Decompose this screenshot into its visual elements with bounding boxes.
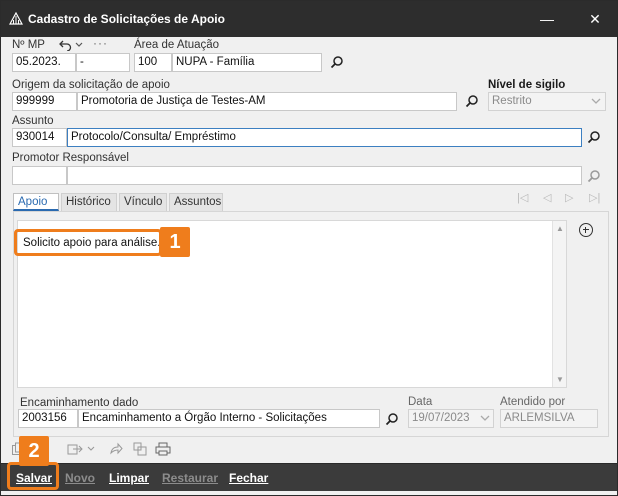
numero-mp-label: Nº MP	[12, 39, 45, 51]
close-form-button[interactable]: Fechar	[229, 471, 268, 485]
first-record-icon[interactable]: |◁	[517, 191, 528, 204]
prev-record-icon[interactable]: ◁	[543, 191, 551, 204]
minimize-button[interactable]: —	[535, 9, 559, 29]
export-dropdown-icon[interactable]	[87, 446, 95, 452]
assunto-label: Assunto	[12, 115, 54, 127]
duplicate-icon[interactable]	[133, 442, 147, 456]
area-atuacao-search-icon[interactable]	[329, 54, 345, 70]
chevron-down-icon	[591, 98, 601, 104]
close-button[interactable]: ✕	[583, 9, 607, 29]
scroll-down-icon[interactable]: ▼	[556, 375, 564, 384]
date-dropdown-icon	[480, 415, 490, 421]
scroll-up-icon[interactable]: ▲	[556, 224, 564, 233]
annotation-badge-2: 2	[19, 436, 49, 466]
area-atuacao-name-field[interactable]: NUPA - Família	[172, 53, 322, 72]
promotor-name-field[interactable]	[67, 166, 582, 185]
data-field[interactable]: 19/07/2023	[408, 409, 494, 428]
nivel-sigilo-select[interactable]: Restrito	[488, 92, 606, 111]
tab-vinculo[interactable]: Vínculo	[119, 193, 167, 211]
atendido-por-field[interactable]: ARLEMSILVA	[500, 409, 598, 428]
app-logo-icon	[9, 12, 23, 25]
export-icon[interactable]	[67, 442, 85, 456]
new-button[interactable]: Novo	[65, 471, 95, 485]
data-value: 19/07/2023	[412, 412, 470, 424]
next-record-icon[interactable]: ▷	[565, 191, 573, 204]
more-options-icon[interactable]: ···	[93, 36, 108, 50]
last-record-icon[interactable]: ▷|	[589, 191, 600, 204]
nivel-sigilo-label: Nível de sigilo	[488, 79, 566, 91]
encaminhamento-search-icon[interactable]	[384, 411, 400, 427]
assunto-name-field[interactable]: Protocolo/Consulta/ Empréstimo	[67, 128, 582, 147]
clear-button[interactable]: Limpar	[109, 471, 149, 485]
window: Cadastro de Solicitações de Apoio — ✕ Nº…	[0, 0, 618, 496]
print-icon[interactable]	[155, 442, 171, 456]
promotor-label: Promotor Responsável	[12, 152, 129, 164]
tab-historico[interactable]: Histórico	[61, 193, 117, 211]
undo-icon[interactable]	[59, 39, 72, 51]
restore-button[interactable]: Restaurar	[162, 471, 218, 485]
encaminhamento-label: Encaminhamento dado	[20, 397, 139, 409]
highlight-save-button	[7, 462, 59, 490]
undo-dropdown-icon[interactable]	[75, 42, 83, 48]
promotor-search-icon[interactable]	[586, 168, 602, 184]
highlight-apoio-text	[14, 229, 162, 256]
action-bar: Salvar Novo Limpar Restaurar Fechar	[1, 463, 617, 491]
encaminhamento-name-field[interactable]: Encaminhamento a Órgão Interno - Solicit…	[78, 409, 380, 428]
area-atuacao-label: Área de Atuação	[134, 39, 220, 51]
annotation-badge-1: 1	[160, 227, 190, 257]
atendido-por-label: Atendido por	[500, 396, 566, 408]
assunto-code-field[interactable]: 930014	[12, 128, 67, 147]
add-icon[interactable]	[579, 223, 593, 237]
origem-label: Origem da solicitação de apoio	[12, 79, 170, 91]
origem-code-field[interactable]: 999999	[12, 92, 77, 111]
origem-search-icon[interactable]	[464, 93, 480, 109]
forward-icon[interactable]	[109, 442, 123, 456]
record-navigation: |◁ ◁ ▷ ▷|	[513, 191, 609, 209]
title-bar: Cadastro de Solicitações de Apoio — ✕	[1, 1, 617, 37]
data-label: Data	[408, 396, 433, 408]
memo-scrollbar[interactable]: ▲ ▼	[552, 221, 566, 387]
tab-assuntos[interactable]: Assuntos	[169, 193, 223, 211]
encaminhamento-code-field[interactable]: 2003156	[18, 409, 78, 428]
window-title: Cadastro de Solicitações de Apoio	[28, 12, 225, 26]
area-atuacao-code-field[interactable]: 100	[134, 53, 172, 72]
numero-mp-field-1[interactable]: 05.2023.	[12, 53, 76, 72]
numero-mp-field-2[interactable]: -	[76, 53, 130, 72]
origem-name-field[interactable]: Promotoria de Justiça de Testes-AM	[77, 92, 457, 111]
assunto-search-icon[interactable]	[586, 129, 602, 145]
tab-apoio[interactable]: Apoio	[13, 193, 59, 211]
nivel-sigilo-value: Restrito	[492, 95, 532, 107]
promotor-code-field[interactable]	[12, 166, 67, 185]
